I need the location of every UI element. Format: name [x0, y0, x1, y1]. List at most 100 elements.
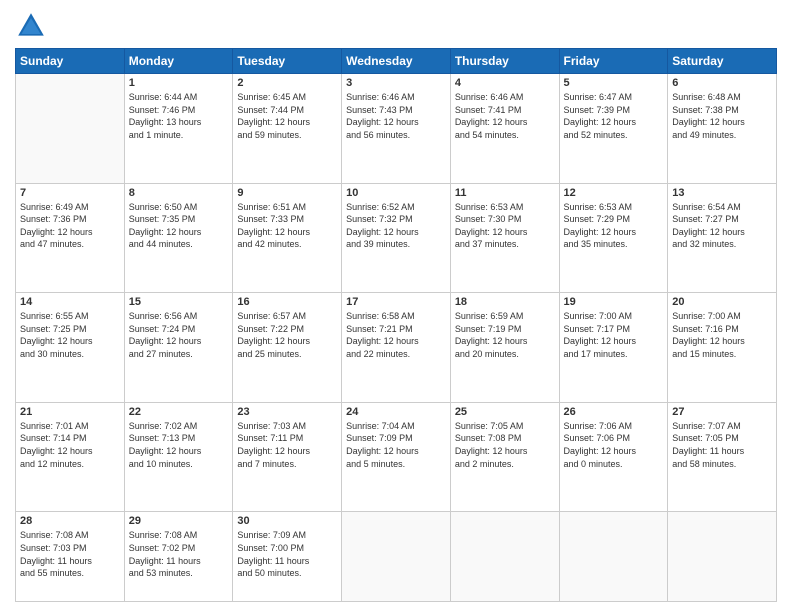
day-cell: 10Sunrise: 6:52 AMSunset: 7:32 PMDayligh…	[342, 183, 451, 293]
day-cell: 18Sunrise: 6:59 AMSunset: 7:19 PMDayligh…	[450, 293, 559, 403]
day-number: 17	[346, 296, 446, 308]
day-cell: 28 Sunrise: 7:08 AMSunset: 7:03 PMDayligh…	[16, 512, 125, 602]
day-cell: 11 Sunrise: 6:53 AMSunset: 7:30 PMDayligh…	[450, 183, 559, 293]
day-cell: 2 Sunrise: 6:45 AMSunset: 7:44 PMDaylight…	[233, 74, 342, 184]
day-number: 16	[237, 296, 337, 308]
day-cell: 25 Sunrise: 7:05 AMSunset: 7:08 PMDayligh…	[450, 402, 559, 512]
weekday-sunday: Sunday	[16, 49, 125, 74]
day-number: 15	[129, 296, 229, 308]
day-cell: 4 Sunrise: 6:46 AMSunset: 7:41 PMDaylight…	[450, 74, 559, 184]
day-info: Sunrise: 6:55 AMSunset: 7:25 PMDaylight:…	[20, 310, 120, 360]
day-number: 22	[129, 406, 229, 418]
day-info: Sunrise: 6:45 AMSunset: 7:44 PMDaylight:…	[237, 91, 337, 141]
day-info: Sunrise: 7:00 AMSunset: 7:17 PMDaylight:…	[564, 310, 664, 360]
day-number: 8	[129, 187, 229, 199]
day-cell: 23 Sunrise: 7:03 AMSunset: 7:11 PMDayligh…	[233, 402, 342, 512]
day-info: Sunrise: 6:46 AMSunset: 7:43 PMDaylight:…	[346, 91, 446, 141]
day-info: Sunrise: 7:03 AMSunset: 7:11 PMDaylight:…	[237, 420, 337, 470]
week-row-4: 28 Sunrise: 7:08 AMSunset: 7:03 PMDayligh…	[16, 512, 777, 602]
day-cell: 7Sunrise: 6:49 AMSunset: 7:36 PMDaylight…	[16, 183, 125, 293]
day-info: Sunrise: 7:07 AMSunset: 7:05 PMDaylight:…	[672, 420, 772, 470]
day-number: 1	[129, 77, 229, 89]
day-info: Sunrise: 6:47 AMSunset: 7:39 PMDaylight:…	[564, 91, 664, 141]
day-info: Sunrise: 6:54 AMSunset: 7:27 PMDaylight:…	[672, 201, 772, 251]
day-info: Sunrise: 7:05 AMSunset: 7:08 PMDaylight:…	[455, 420, 555, 470]
day-number: 20	[672, 296, 772, 308]
weekday-wednesday: Wednesday	[342, 49, 451, 74]
day-cell: 5 Sunrise: 6:47 AMSunset: 7:39 PMDaylight…	[559, 74, 668, 184]
day-info: Sunrise: 7:08 AMSunset: 7:03 PMDaylight:…	[20, 529, 120, 579]
day-number: 26	[564, 406, 664, 418]
day-cell: 6Sunrise: 6:48 AMSunset: 7:38 PMDaylight…	[668, 74, 777, 184]
day-number: 2	[237, 77, 337, 89]
day-cell	[668, 512, 777, 602]
day-info: Sunrise: 6:51 AMSunset: 7:33 PMDaylight:…	[237, 201, 337, 251]
week-row-2: 14 Sunrise: 6:55 AMSunset: 7:25 PMDayligh…	[16, 293, 777, 403]
week-row-0: 1 Sunrise: 6:44 AMSunset: 7:46 PMDaylight…	[16, 74, 777, 184]
day-info: Sunrise: 7:02 AMSunset: 7:13 PMDaylight:…	[129, 420, 229, 470]
day-cell: 14 Sunrise: 6:55 AMSunset: 7:25 PMDayligh…	[16, 293, 125, 403]
day-number: 27	[672, 406, 772, 418]
day-info: Sunrise: 7:08 AMSunset: 7:02 PMDaylight:…	[129, 529, 229, 579]
day-cell: 20 Sunrise: 7:00 AMSunset: 7:16 PMDayligh…	[668, 293, 777, 403]
day-number: 11	[455, 187, 555, 199]
day-cell: 26 Sunrise: 7:06 AMSunset: 7:06 PMDayligh…	[559, 402, 668, 512]
day-cell: 21 Sunrise: 7:01 AMSunset: 7:14 PMDayligh…	[16, 402, 125, 512]
day-info: Sunrise: 7:01 AMSunset: 7:14 PMDaylight:…	[20, 420, 120, 470]
day-cell	[16, 74, 125, 184]
day-number: 29	[129, 515, 229, 527]
calendar: SundayMondayTuesdayWednesdayThursdayFrid…	[15, 48, 777, 602]
day-number: 13	[672, 187, 772, 199]
day-cell: 27 Sunrise: 7:07 AMSunset: 7:05 PMDayligh…	[668, 402, 777, 512]
header	[15, 10, 777, 42]
day-cell	[450, 512, 559, 602]
day-info: Sunrise: 7:04 AMSunset: 7:09 PMDaylight:…	[346, 420, 446, 470]
day-number: 21	[20, 406, 120, 418]
day-number: 9	[237, 187, 337, 199]
day-number: 28	[20, 515, 120, 527]
day-info: Sunrise: 7:06 AMSunset: 7:06 PMDaylight:…	[564, 420, 664, 470]
day-info: Sunrise: 6:56 AMSunset: 7:24 PMDaylight:…	[129, 310, 229, 360]
weekday-thursday: Thursday	[450, 49, 559, 74]
day-cell: 16 Sunrise: 6:57 AMSunset: 7:22 PMDayligh…	[233, 293, 342, 403]
day-cell: 24 Sunrise: 7:04 AMSunset: 7:09 PMDayligh…	[342, 402, 451, 512]
day-number: 24	[346, 406, 446, 418]
day-number: 12	[564, 187, 664, 199]
day-cell: 30 Sunrise: 7:09 AMSunset: 7:00 PMDayligh…	[233, 512, 342, 602]
day-info: Sunrise: 6:53 AMSunset: 7:30 PMDaylight:…	[455, 201, 555, 251]
day-cell: 13 Sunrise: 6:54 AMSunset: 7:27 PMDayligh…	[668, 183, 777, 293]
day-cell: 29 Sunrise: 7:08 AMSunset: 7:02 PMDayligh…	[124, 512, 233, 602]
day-cell: 15 Sunrise: 6:56 AMSunset: 7:24 PMDayligh…	[124, 293, 233, 403]
weekday-tuesday: Tuesday	[233, 49, 342, 74]
day-cell: 22 Sunrise: 7:02 AMSunset: 7:13 PMDayligh…	[124, 402, 233, 512]
weekday-header-row: SundayMondayTuesdayWednesdayThursdayFrid…	[16, 49, 777, 74]
day-info: Sunrise: 6:50 AMSunset: 7:35 PMDaylight:…	[129, 201, 229, 251]
day-info: Sunrise: 7:00 AMSunset: 7:16 PMDaylight:…	[672, 310, 772, 360]
day-info: Sunrise: 6:49 AMSunset: 7:36 PMDaylight:…	[20, 201, 120, 251]
day-info: Sunrise: 6:48 AMSunset: 7:38 PMDaylight:…	[672, 91, 772, 141]
weekday-friday: Friday	[559, 49, 668, 74]
day-number: 23	[237, 406, 337, 418]
day-number: 19	[564, 296, 664, 308]
day-number: 3	[346, 77, 446, 89]
day-info: Sunrise: 6:46 AMSunset: 7:41 PMDaylight:…	[455, 91, 555, 141]
day-number: 4	[455, 77, 555, 89]
day-number: 14	[20, 296, 120, 308]
day-number: 5	[564, 77, 664, 89]
day-info: Sunrise: 6:58 AMSunset: 7:21 PMDaylight:…	[346, 310, 446, 360]
day-cell	[559, 512, 668, 602]
day-number: 25	[455, 406, 555, 418]
week-row-3: 21 Sunrise: 7:01 AMSunset: 7:14 PMDayligh…	[16, 402, 777, 512]
day-cell: 8 Sunrise: 6:50 AMSunset: 7:35 PMDaylight…	[124, 183, 233, 293]
day-info: Sunrise: 7:09 AMSunset: 7:00 PMDaylight:…	[237, 529, 337, 579]
day-number: 18	[455, 296, 555, 308]
day-info: Sunrise: 6:44 AMSunset: 7:46 PMDaylight:…	[129, 91, 229, 141]
week-row-1: 7Sunrise: 6:49 AMSunset: 7:36 PMDaylight…	[16, 183, 777, 293]
day-info: Sunrise: 6:57 AMSunset: 7:22 PMDaylight:…	[237, 310, 337, 360]
day-number: 30	[237, 515, 337, 527]
logo	[15, 10, 51, 42]
day-cell: 9 Sunrise: 6:51 AMSunset: 7:33 PMDaylight…	[233, 183, 342, 293]
day-cell: 3 Sunrise: 6:46 AMSunset: 7:43 PMDaylight…	[342, 74, 451, 184]
day-info: Sunrise: 6:52 AMSunset: 7:32 PMDaylight:…	[346, 201, 446, 251]
day-cell: 12Sunrise: 6:53 AMSunset: 7:29 PMDayligh…	[559, 183, 668, 293]
